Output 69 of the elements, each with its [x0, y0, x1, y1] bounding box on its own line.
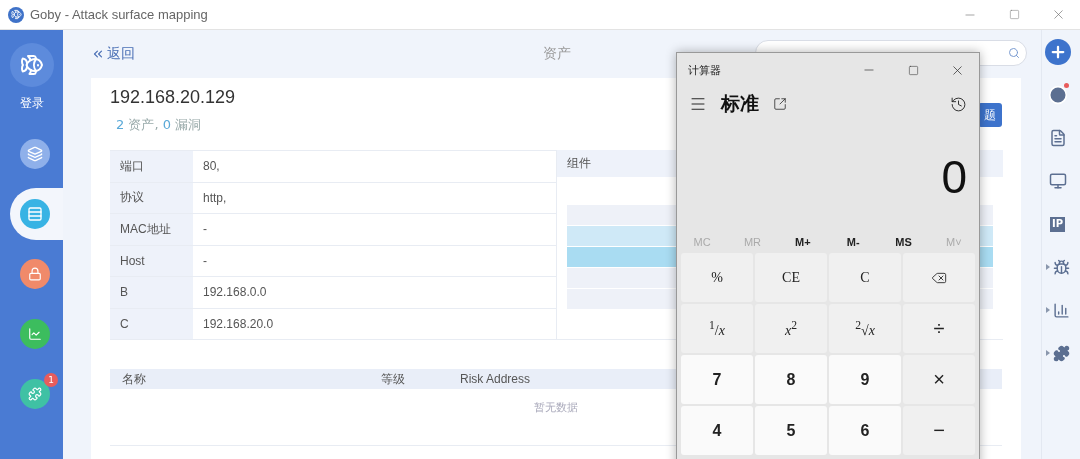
nav-item[interactable]: [10, 188, 63, 240]
calculator-key[interactable]: $^{2}$√x: [829, 304, 901, 353]
calculator-key[interactable]: CE: [755, 253, 827, 302]
monitor-icon[interactable]: [1048, 172, 1067, 190]
page-title: 资产: [543, 45, 571, 63]
memory-button[interactable]: M+: [777, 235, 828, 249]
calculator-key[interactable]: 5: [755, 406, 827, 455]
calculator-key[interactable]: C: [829, 253, 901, 302]
calculator-key[interactable]: 9: [829, 355, 901, 404]
label-cell: MAC地址: [110, 214, 193, 245]
value-cell-text: 192.168.20.0: [202, 315, 275, 333]
value-cell-text: 192.168.0.0: [202, 284, 268, 302]
calculator-key[interactable]: $^{1}$/x: [681, 304, 753, 353]
add-button[interactable]: [1044, 39, 1071, 65]
label-cell: 端口: [110, 151, 193, 182]
menu-icon[interactable]: [689, 95, 707, 113]
empty-message: 暂无数据: [533, 400, 579, 415]
list-icon: [27, 206, 43, 222]
document-icon[interactable]: [1048, 129, 1067, 147]
bar-chart-icon[interactable]: [1052, 301, 1070, 319]
calculator-key[interactable]: −: [903, 406, 975, 455]
calculator-key[interactable]: 4: [681, 406, 753, 455]
calculator-key[interactable]: ÷: [903, 304, 975, 353]
column-header: Risk Address: [460, 372, 531, 386]
column-header: 名称: [122, 370, 147, 388]
issue-button[interactable]: 题: [978, 103, 1002, 127]
value-cell-text: http,: [202, 189, 228, 207]
label-cell: 协议: [110, 182, 193, 213]
label-cell: Host: [110, 245, 193, 276]
asset-summary: 2 资产, 0 漏洞: [116, 116, 203, 134]
value-cell-text: -: [202, 221, 208, 239]
memory-button[interactable]: MS: [878, 235, 929, 249]
ip-address: 192.168.20.129: [110, 87, 236, 108]
window-title: Goby - Attack surface mapping: [30, 7, 209, 22]
history-icon[interactable]: [950, 95, 967, 113]
mode-title: 标准: [721, 91, 759, 116]
calculator-key[interactable]: 8: [755, 355, 827, 404]
keep-on-top-icon[interactable]: [773, 97, 787, 111]
column-header: 等级: [381, 370, 406, 388]
calculator-key[interactable]: ×: [903, 355, 975, 404]
calculator-key[interactable]: %: [681, 253, 753, 302]
calculator-key[interactable]: 6: [829, 406, 901, 455]
fish-logo-icon: [9, 43, 54, 87]
caret-icon: [1045, 350, 1050, 356]
memory-button[interactable]: M-: [828, 235, 879, 249]
search-icon: [1008, 47, 1020, 59]
notification-dot: [1063, 83, 1069, 88]
caret-icon: [1045, 264, 1050, 270]
lock-icon: [28, 267, 42, 281]
app-logo-icon: [8, 6, 24, 23]
puzzle-icon: [28, 387, 42, 401]
line-chart-icon: [28, 327, 42, 341]
layers-icon: [27, 146, 43, 162]
calculator-key[interactable]: x$^{2}$: [755, 304, 827, 353]
caret-icon: [1045, 307, 1050, 313]
calculator-title: 计算器: [688, 62, 722, 78]
maximize-icon[interactable]: [907, 64, 919, 76]
value-cell-text: -: [202, 252, 208, 270]
calculator-key[interactable]: 7: [681, 355, 753, 404]
label-cell: B: [110, 277, 193, 308]
bug-icon[interactable]: [1052, 258, 1070, 276]
back-link[interactable]: 返回: [91, 45, 135, 63]
count-badge: 1: [44, 373, 58, 387]
value-cell-text: 80,: [202, 158, 221, 176]
ip-icon[interactable]: IP: [1049, 216, 1066, 232]
login-link[interactable]: 登录: [19, 95, 44, 112]
label-cell: C: [110, 308, 193, 339]
double-chevron-icon: [91, 47, 105, 61]
puzzle-icon[interactable]: [1052, 344, 1070, 362]
